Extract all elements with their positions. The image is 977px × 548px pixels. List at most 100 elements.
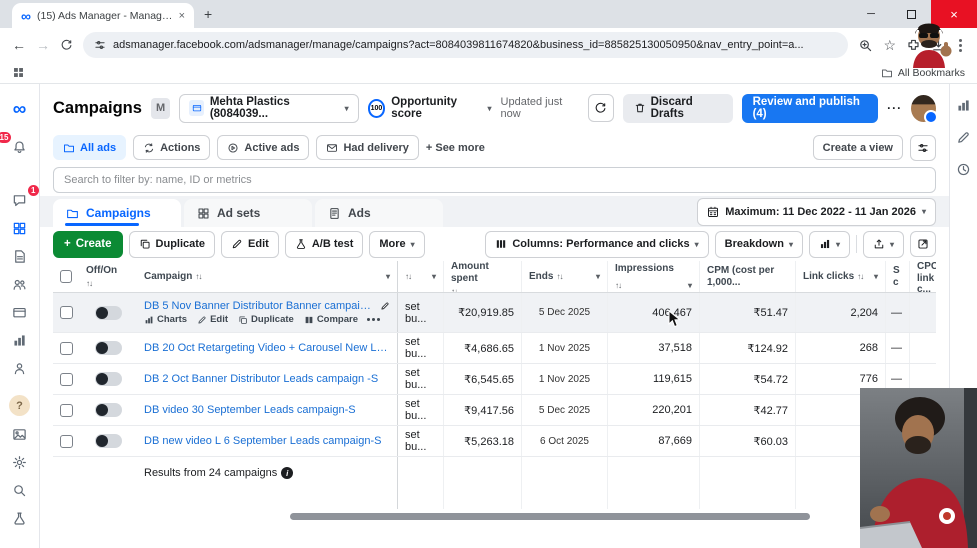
- breakdown-button[interactable]: Breakdown ▾: [714, 230, 803, 258]
- row-checkbox[interactable]: [60, 372, 73, 386]
- settings-gear-icon[interactable]: [10, 452, 30, 472]
- search-input[interactable]: [53, 166, 936, 193]
- header-campaign[interactable]: Campaign ↑↓ ▾: [137, 271, 397, 283]
- tab-campaigns[interactable]: Campaigns: [53, 199, 181, 227]
- create-button[interactable]: + Create: [53, 230, 123, 258]
- row-checkbox[interactable]: [60, 403, 73, 417]
- more-button[interactable]: More ▾: [369, 230, 425, 258]
- duplicate-button[interactable]: Duplicate: [128, 230, 216, 258]
- forward-icon[interactable]: →: [36, 38, 50, 52]
- header-budget-truncated[interactable]: ↑↓ ▾: [397, 261, 443, 292]
- campaign-toggle[interactable]: [94, 305, 122, 320]
- back-icon[interactable]: ←: [12, 38, 26, 52]
- tab-close-icon[interactable]: ×: [179, 10, 185, 22]
- profile-avatar[interactable]: [911, 94, 938, 124]
- edit-name-icon[interactable]: [380, 301, 390, 311]
- ab-test-button[interactable]: A/B test: [284, 230, 364, 258]
- site-settings-icon[interactable]: [94, 39, 106, 51]
- expand-button[interactable]: [910, 231, 936, 257]
- more-actions-icon[interactable]: [372, 318, 375, 321]
- charts-button[interactable]: ▾: [808, 230, 850, 258]
- header-off-on[interactable]: Off/On ↑↓: [79, 265, 137, 289]
- sidebar-item-billing[interactable]: [10, 302, 30, 322]
- campaign-link[interactable]: DB video 30 September Leads campaign-S: [144, 404, 356, 416]
- sidebar-item-audiences[interactable]: [10, 274, 30, 294]
- edit-button[interactable]: Edit: [221, 230, 279, 258]
- campaign-link[interactable]: DB 5 Nov Banner Distributor Banner campa…: [144, 300, 375, 312]
- select-all-checkbox[interactable]: [60, 270, 72, 283]
- row-checkbox[interactable]: [60, 306, 73, 319]
- columns-button[interactable]: Columns: Performance and clicks ▾: [485, 230, 709, 258]
- duplicate-action[interactable]: Duplicate: [238, 314, 294, 325]
- compare-action[interactable]: Compare: [304, 314, 358, 325]
- campaign-toggle[interactable]: [94, 372, 122, 386]
- review-publish-button[interactable]: Review and publish (4): [741, 93, 879, 123]
- ad-account-selector[interactable]: Mehta Plastics (8084039... ▾: [179, 93, 359, 123]
- sidebar-search-icon[interactable]: [10, 480, 30, 500]
- see-more-button[interactable]: + See more: [426, 142, 485, 154]
- edit-action[interactable]: Edit: [197, 314, 228, 325]
- opportunity-score-selector[interactable]: 100 Opportunity score ▾: [367, 96, 492, 120]
- filter-chip-actions[interactable]: Actions: [133, 135, 211, 160]
- reload-icon[interactable]: [60, 39, 73, 52]
- table-row[interactable]: DB video 30 September Leads campaign-S s…: [53, 395, 936, 426]
- sidebar-item-experiments[interactable]: [10, 508, 30, 528]
- browser-tab[interactable]: ∞ (15) Ads Manager - Manage ad ×: [12, 3, 194, 28]
- campaign-toggle[interactable]: [94, 341, 122, 355]
- header-amount-spent[interactable]: Amount spent ↑↓: [443, 261, 521, 292]
- new-tab-button[interactable]: +: [204, 7, 212, 21]
- updates-icon[interactable]: 15: [0, 132, 30, 157]
- horizontal-scrollbar[interactable]: [290, 513, 810, 520]
- header-impressions[interactable]: Impressions ↑↓ ▾: [607, 261, 699, 292]
- header-ends[interactable]: Ends ↑↓ ▾: [521, 261, 607, 292]
- sidebar-item-account[interactable]: [10, 358, 30, 378]
- charts-action[interactable]: Charts: [144, 314, 187, 325]
- edit-panel-icon[interactable]: [956, 130, 971, 145]
- sidebar-item-account-overview[interactable]: [10, 246, 30, 266]
- sidebar-item-campaigns[interactable]: [10, 218, 30, 238]
- help-icon[interactable]: ?: [9, 395, 30, 416]
- tab-ads[interactable]: Ads: [315, 199, 443, 227]
- discard-drafts-button[interactable]: Discard Drafts: [622, 93, 733, 123]
- row-checkbox[interactable]: [60, 434, 73, 448]
- address-bar[interactable]: adsmanager.facebook.com/adsmanager/manag…: [83, 32, 849, 58]
- insights-chart-icon[interactable]: [956, 98, 971, 113]
- bookmark-star-icon[interactable]: ☆: [883, 38, 896, 52]
- campaign-toggle[interactable]: [94, 434, 122, 448]
- table-row[interactable]: DB 20 Oct Retargeting Video + Carousel N…: [53, 333, 936, 364]
- browser-menu-icon[interactable]: [959, 43, 962, 47]
- filter-chip-all-ads[interactable]: All ads: [53, 135, 127, 160]
- info-icon[interactable]: i: [281, 467, 294, 479]
- apps-grid-icon[interactable]: [12, 66, 25, 79]
- campaign-link[interactable]: DB 2 Oct Banner Distributor Leads campai…: [144, 373, 378, 385]
- campaign-link[interactable]: DB new video L 6 September Leads campaig…: [144, 435, 381, 447]
- date-range-selector[interactable]: Maximum: 11 Dec 2022 - 11 Jan 2026 ▾: [697, 197, 936, 226]
- campaign-toggle[interactable]: [94, 403, 122, 417]
- sidebar-item-reporting[interactable]: [10, 330, 30, 350]
- messages-icon[interactable]: 1: [10, 185, 39, 210]
- business-badge[interactable]: M: [150, 97, 171, 119]
- window-minimize-button[interactable]: ─: [851, 0, 891, 28]
- table-row[interactable]: DB 5 Nov Banner Distributor Banner campa…: [53, 293, 936, 333]
- sidebar-item-creative[interactable]: [10, 424, 30, 444]
- header-cpm[interactable]: CPM (cost per 1,000...: [699, 261, 795, 292]
- zoom-search-icon[interactable]: [858, 38, 873, 53]
- table-row[interactable]: DB new video L 6 September Leads campaig…: [53, 426, 936, 457]
- filter-chip-had-delivery[interactable]: Had delivery: [316, 135, 419, 160]
- filter-settings-button[interactable]: [910, 134, 936, 161]
- row-checkbox[interactable]: [60, 341, 73, 355]
- tab-ad-sets[interactable]: Ad sets: [184, 199, 312, 227]
- campaign-link[interactable]: DB 20 Oct Retargeting Video + Carousel N…: [144, 342, 390, 354]
- export-button[interactable]: ▾: [862, 230, 904, 258]
- filter-chip-active-ads[interactable]: Active ads: [217, 135, 310, 160]
- header-link-clicks[interactable]: Link clicks ↑↓ ▾: [795, 261, 885, 292]
- refresh-button[interactable]: [587, 94, 614, 122]
- all-bookmarks-button[interactable]: All Bookmarks: [881, 67, 965, 79]
- table-row[interactable]: DB 2 Oct Banner Distributor Leads campai…: [53, 364, 936, 395]
- header-cpc[interactable]: CPC link c...: [909, 261, 936, 292]
- create-view-button[interactable]: Create a view: [812, 135, 903, 160]
- meta-logo[interactable]: ∞: [10, 99, 30, 120]
- header-truncated[interactable]: S c: [885, 261, 909, 292]
- history-clock-icon[interactable]: [956, 162, 971, 177]
- more-options-button[interactable]: ···: [887, 101, 902, 115]
